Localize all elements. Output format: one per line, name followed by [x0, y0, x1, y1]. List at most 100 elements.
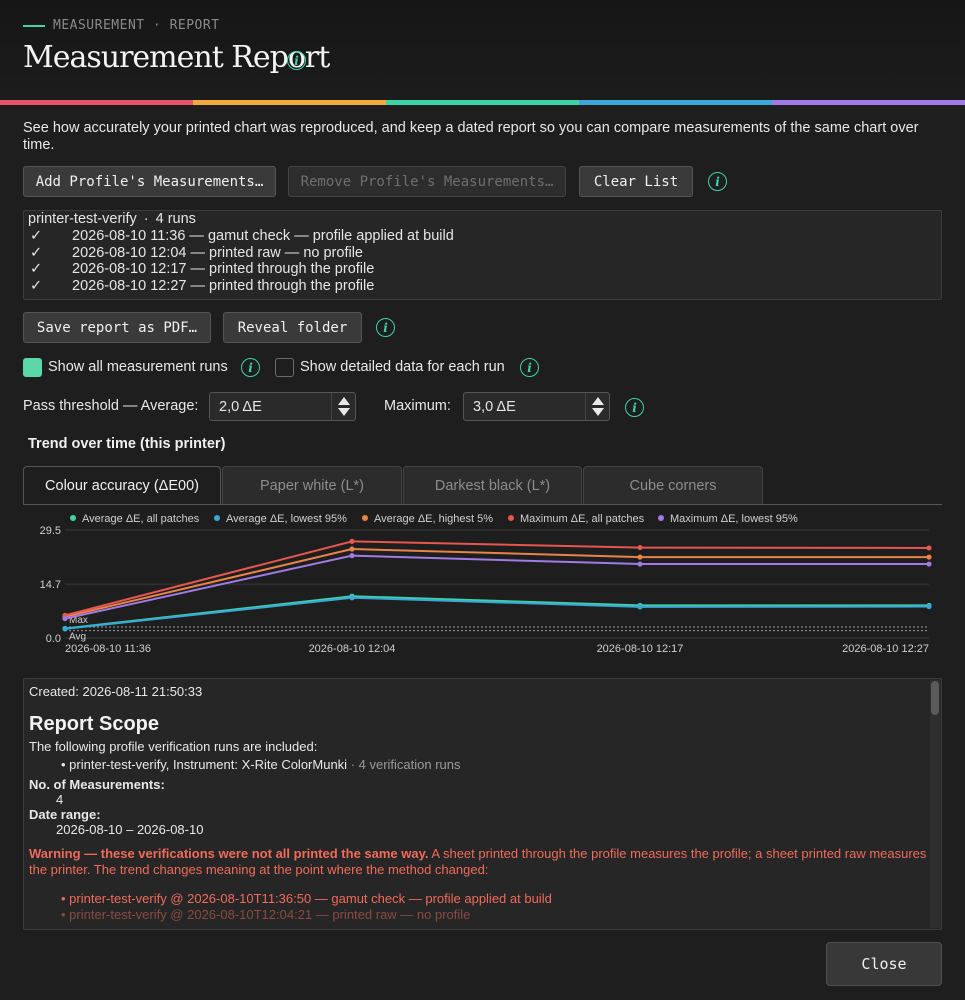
check-icon: ✓: [30, 244, 43, 261]
separator-dot: ·: [143, 211, 149, 227]
add-measurements-button[interactable]: Add Profile's Measurements…: [23, 166, 276, 197]
data-point: [62, 626, 68, 632]
tab-cube-corners[interactable]: Cube corners: [583, 466, 763, 505]
clear-list-button[interactable]: Clear List: [579, 166, 693, 197]
eyebrow: MEASUREMENT · REPORT: [23, 18, 220, 33]
color-stripe: [0, 100, 965, 105]
legend-marker: [214, 515, 220, 521]
bullet: •: [61, 891, 70, 906]
remove-measurements-button[interactable]: Remove Profile's Measurements…: [288, 166, 566, 197]
info-icon[interactable]: i: [708, 172, 727, 191]
list-item[interactable]: ✓ 2026-08-10 12:27 — printed through the…: [28, 278, 937, 295]
data-point: [637, 561, 643, 567]
scope-item-extra: · 4 verification runs: [350, 757, 461, 772]
decrement-icon[interactable]: [591, 408, 604, 416]
report-scope-title: Report Scope: [29, 713, 160, 735]
trend-chart-svg: Average ΔE, all patches Average ΔE, lowes…: [40, 513, 932, 655]
legend-label: Average ΔE, highest 5%: [374, 513, 493, 525]
report-scrollbar[interactable]: [930, 680, 940, 928]
list-item[interactable]: ✓ 2026-08-10 11:36 — gamut check — profi…: [28, 228, 937, 245]
legend-marker: [362, 515, 368, 521]
data-point: [62, 615, 68, 622]
legend-label: Average ΔE, lowest 95%: [226, 513, 347, 525]
legend-label: Average ΔE, all patches: [82, 513, 200, 525]
maximum-threshold-stepper[interactable]: 3,0 ΔE: [463, 392, 610, 421]
show-all-runs-checkbox[interactable]: [23, 358, 42, 377]
legend-label: Maximum ΔE, all patches: [520, 513, 645, 525]
eyebrow-dash: [23, 24, 45, 27]
decrement-icon[interactable]: [337, 408, 350, 416]
data-point: [349, 595, 355, 601]
bullet: •: [61, 757, 70, 772]
run-label: 2026-08-10 12:17 — printed through the p…: [72, 261, 375, 278]
stepper-arrows[interactable]: [585, 393, 609, 420]
scope-intro: The following profile verification runs …: [29, 739, 318, 754]
list-item[interactable]: ✓ 2026-08-10 12:17 — printed through the…: [28, 261, 937, 278]
num-measurements-value: 4: [56, 792, 64, 807]
info-icon[interactable]: i: [241, 358, 260, 377]
data-point: [926, 561, 932, 567]
y-tick-label: 14.7: [40, 579, 61, 591]
legend-marker: [70, 515, 76, 521]
data-point: [926, 554, 932, 560]
info-icon[interactable]: i: [376, 318, 395, 337]
save-pdf-button[interactable]: Save report as PDF…: [23, 312, 211, 343]
tab-darkest-black[interactable]: Darkest black (L*): [403, 466, 582, 505]
x-tick-label: 2026-08-10 12:17: [597, 643, 684, 655]
report-content: Created: 2026-08-11 21:50:33 Report Scop…: [29, 684, 929, 922]
data-point: [926, 603, 932, 610]
average-threshold-label: Pass threshold — Average:: [23, 398, 199, 414]
reference-label: Avg: [69, 632, 86, 643]
tab-paper-white[interactable]: Paper white (L*): [222, 466, 402, 505]
trend-chart: Average ΔE, all patches Average ΔE, lowes…: [23, 506, 942, 666]
run-count: 4 runs: [155, 211, 196, 227]
warning-text: Warning — these verifications were not a…: [29, 846, 929, 878]
legend-marker: [658, 515, 664, 521]
info-icon[interactable]: i: [625, 398, 644, 417]
data-point: [637, 554, 643, 560]
show-all-runs-label: Show all measurement runs: [48, 359, 228, 375]
run-label: 2026-08-10 12:04 — printed raw — no prof…: [72, 244, 363, 261]
description: See how accurately your printed chart wa…: [23, 120, 919, 153]
warning-bold: Warning — these verifications were not a…: [29, 846, 429, 861]
check-icon: ✓: [30, 261, 43, 278]
tab-colour-accuracy[interactable]: Colour accuracy (ΔE00): [23, 466, 221, 505]
show-detail-checkbox[interactable]: [275, 358, 294, 377]
info-icon[interactable]: i: [520, 358, 539, 377]
reveal-folder-button[interactable]: Reveal folder: [223, 312, 362, 343]
data-point: [349, 546, 355, 552]
data-point: [349, 538, 355, 544]
x-tick-label: 2026-08-10 12:27: [842, 643, 929, 655]
maximum-threshold-value: 3,0 ΔE: [473, 398, 516, 415]
x-tick-label: 2026-08-10 12:04: [309, 643, 396, 655]
data-point: [637, 544, 643, 551]
average-threshold-stepper[interactable]: 2,0 ΔE: [209, 392, 356, 421]
trend-tabs: Colour accuracy (ΔE00) Paper white (L*) …: [23, 466, 764, 505]
increment-icon[interactable]: [591, 397, 604, 405]
warning-item: • printer-test-verify @ 2026-08-10T12:04…: [29, 907, 929, 922]
check-icon: ✓: [30, 227, 43, 244]
page-title: Measurement Report: [23, 40, 330, 75]
list-header: printer-test-verify · 4 runs: [28, 211, 937, 228]
series-line: [64, 595, 929, 630]
list-item[interactable]: ✓ 2026-08-10 12:04 — printed raw — no pr…: [28, 245, 937, 262]
scrollbar-thumb[interactable]: [931, 681, 939, 715]
info-icon[interactable]: i: [287, 51, 306, 70]
data-point: [926, 545, 932, 551]
date-range-value: 2026-08-10 – 2026-08-10: [56, 822, 204, 837]
scope-item: • printer-test-verify, Instrument: X-Rit…: [29, 757, 929, 772]
increment-icon[interactable]: [337, 397, 350, 405]
close-button[interactable]: Close: [826, 942, 942, 986]
scope-item-text: printer-test-verify, Instrument: X-Rite …: [69, 757, 348, 772]
y-tick-label: 0.0: [46, 633, 61, 645]
run-label: 2026-08-10 11:36 — gamut check — profile…: [72, 227, 454, 244]
warning-item: • printer-test-verify @ 2026-08-10T11:36…: [29, 891, 929, 906]
report-view[interactable]: Created: 2026-08-11 21:50:33 Report Scop…: [23, 678, 942, 930]
stepper-arrows[interactable]: [331, 393, 355, 420]
bullet: •: [61, 907, 70, 922]
data-point: [349, 553, 355, 559]
date-range-label: Date range:: [29, 807, 101, 822]
runs-list[interactable]: printer-test-verify · 4 runs ✓ 2026-08-1…: [23, 210, 942, 300]
trend-title: Trend over time (this printer): [28, 436, 226, 452]
num-measurements-label: No. of Measurements:: [29, 777, 165, 792]
